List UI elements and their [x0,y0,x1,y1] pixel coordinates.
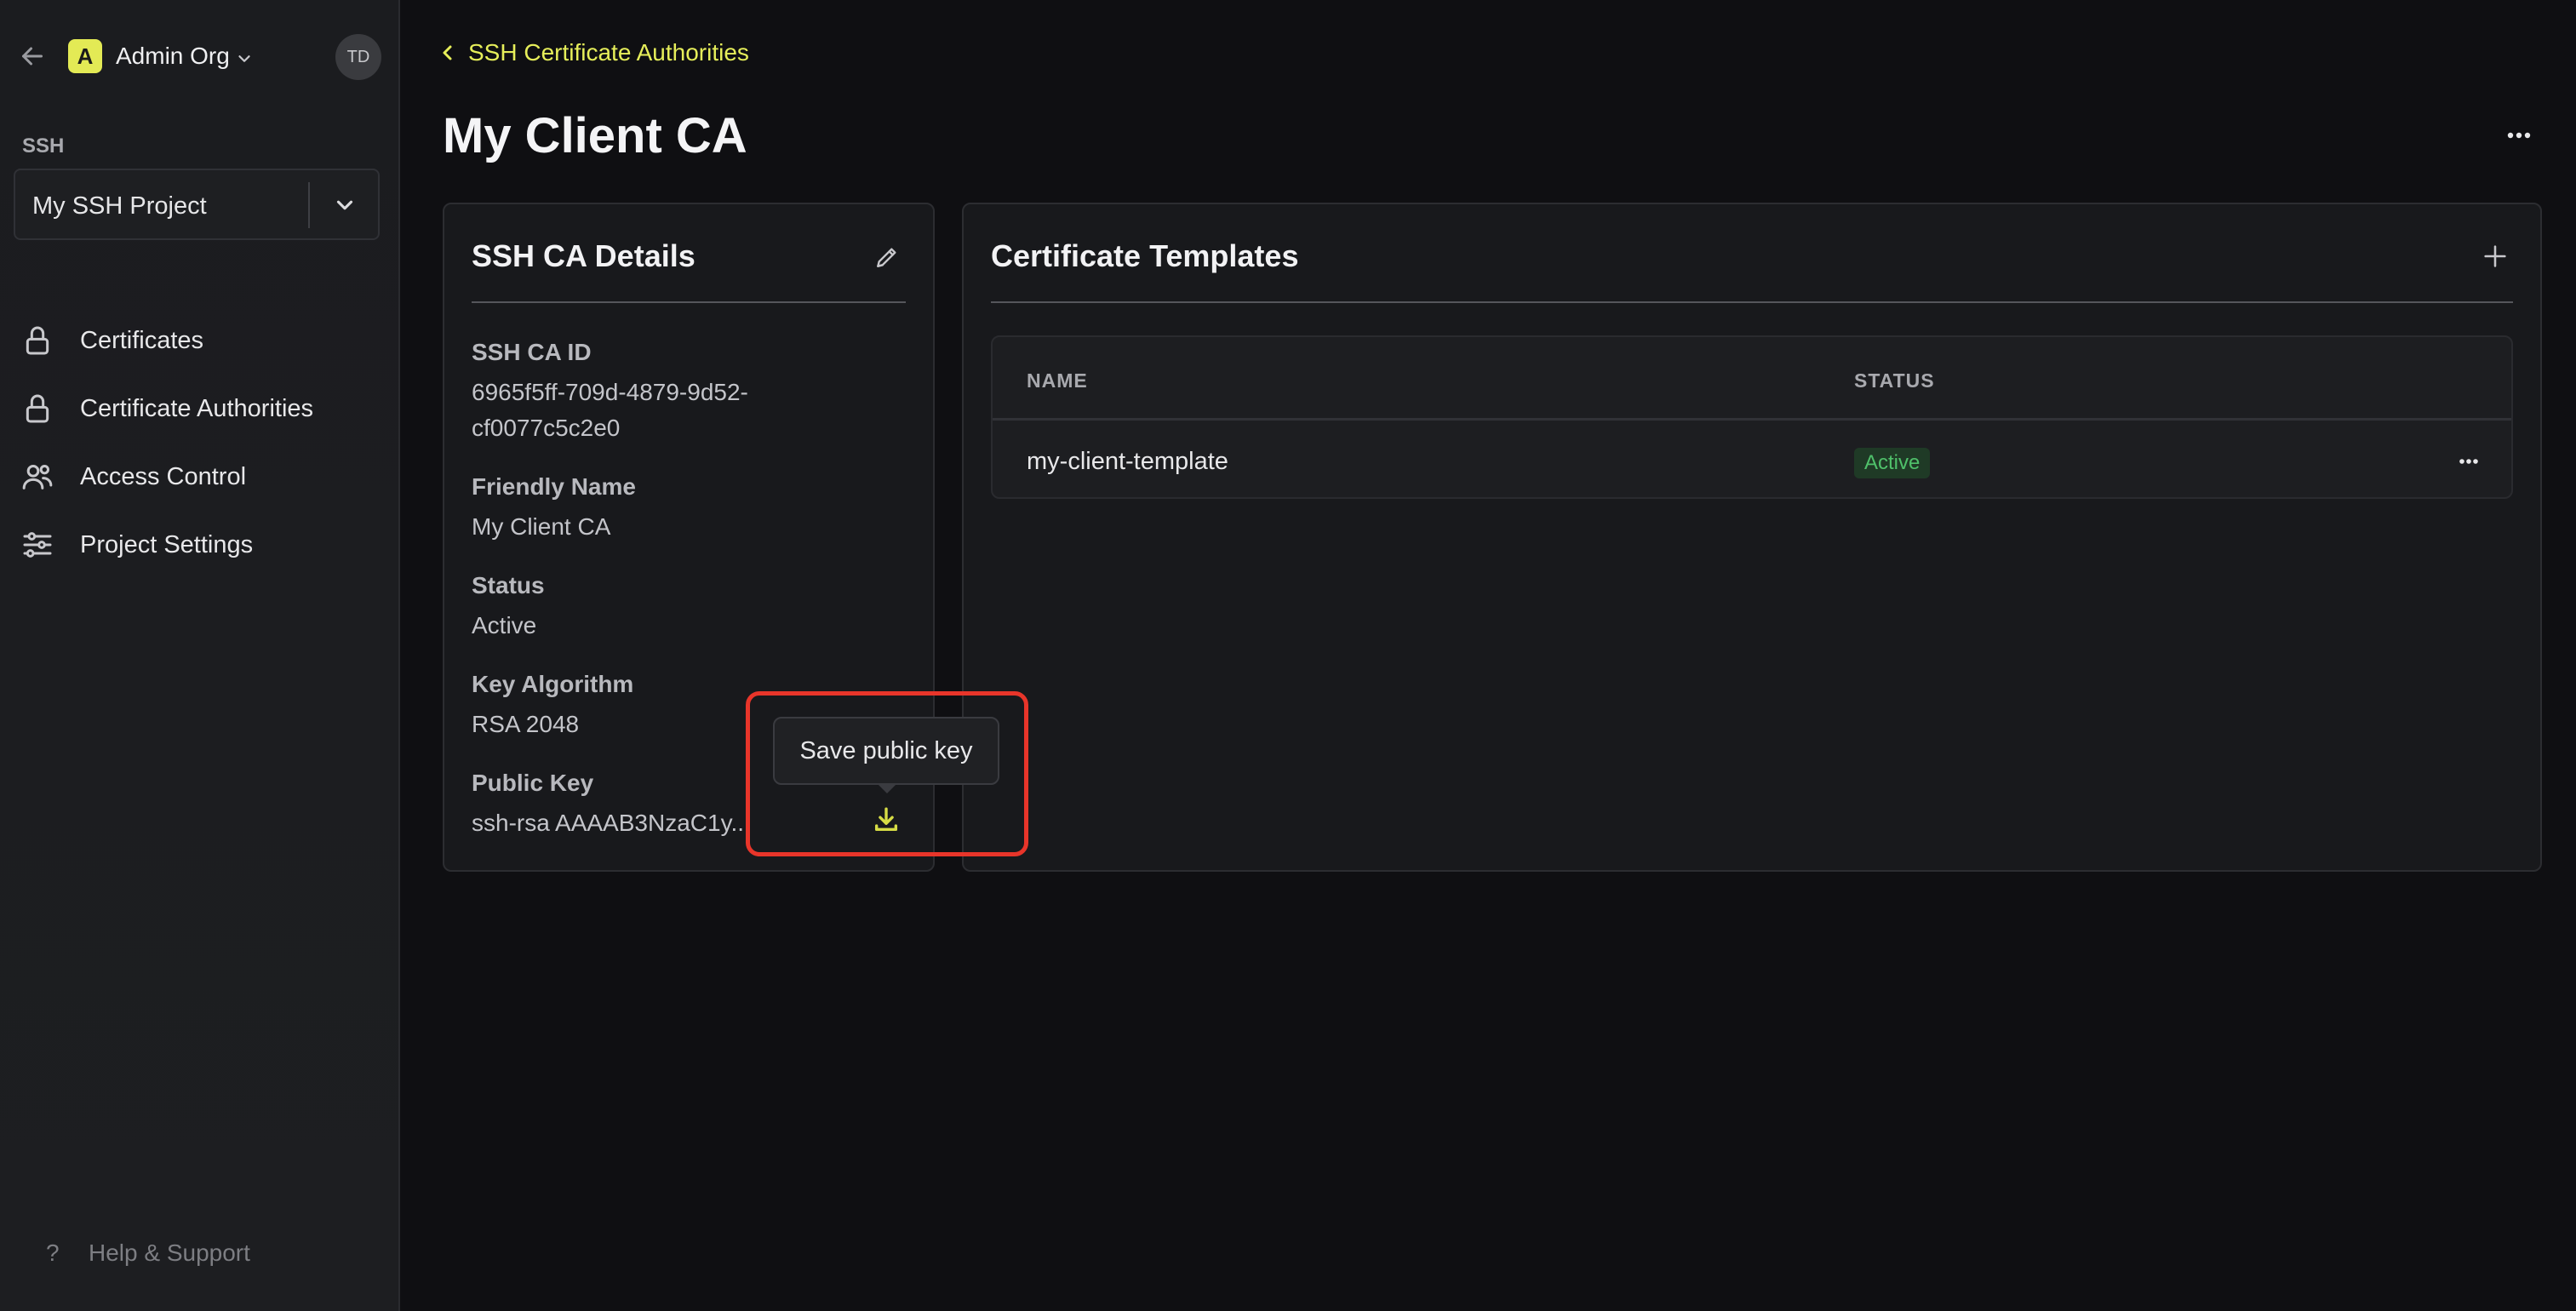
divider [472,301,906,303]
project-select[interactable]: My SSH Project [14,169,380,240]
field-ssh-ca-id: SSH CA ID 6965f5ff-709d-4879-9d52-cf0077… [472,339,914,446]
sidebar-item-project-settings[interactable]: Project Settings [20,511,378,579]
chevron-down-icon[interactable] [332,192,358,218]
sidebar-item-label: Certificate Authorities [80,394,314,422]
sliders-icon [20,528,54,562]
org-name[interactable]: Admin Org [116,43,230,70]
column-header-status: STATUS [1854,369,1935,392]
template-name: my-client-template [1027,448,1228,475]
certificate-templates-card: Certificate Templates NAME STATUS my-cli… [962,203,2542,872]
users-icon [20,460,54,494]
sidebar-item-access-control[interactable]: Access Control [20,443,378,511]
arrow-left-icon[interactable] [17,41,48,72]
more-options-icon[interactable] [2455,451,2482,472]
chevron-left-icon [438,43,458,63]
question-icon: ? [46,1239,60,1266]
help-support-label: Help & Support [89,1239,250,1266]
plus-icon[interactable] [2481,242,2510,271]
help-support-link[interactable]: ? Help & Support [46,1239,250,1267]
card-title: Certificate Templates [991,238,1299,273]
status-badge: Active [1854,448,1931,478]
field-label: Friendly Name [472,473,636,500]
sidebar-nav: Certificates Certificate Authorities Acc… [20,306,378,579]
templates-table: NAME STATUS my-client-template Active [991,335,2513,499]
section-label: SSH [22,135,65,157]
field-label: Status [472,572,545,598]
breadcrumb[interactable]: SSH Certificate Authorities [438,39,749,66]
field-value: Active [472,612,537,638]
chevron-down-icon[interactable] [235,49,254,68]
sidebar-item-label: Access Control [80,462,247,490]
field-value: 6965f5ff-709d-4879-9d52-cf0077c5c2e0 [472,379,748,441]
user-avatar[interactable]: TD [335,34,381,80]
table-row[interactable]: my-client-template Active [993,422,2511,497]
sidebar: A Admin Org TD SSH My SSH Project Certif… [0,0,400,1311]
divider [991,301,2513,303]
select-divider [308,182,310,228]
more-options-icon[interactable] [2501,123,2537,148]
sidebar-item-label: Certificates [80,326,204,354]
field-label: SSH CA ID [472,339,592,365]
sidebar-item-certificate-authorities[interactable]: Certificate Authorities [20,375,378,443]
card-title: SSH CA Details [472,238,696,273]
tooltip: Save public key [773,717,999,785]
field-status: Status Active [472,572,914,644]
table-header: NAME STATUS [993,337,2511,421]
tooltip-arrow [877,783,897,793]
org-logo: A [68,39,102,73]
lock-icon [20,392,54,426]
breadcrumb-label: SSH Certificate Authorities [468,39,749,66]
page-title: My Client CA [443,108,747,163]
org-switcher-row: A Admin Org TD [17,34,381,80]
project-select-value: My SSH Project [32,192,207,220]
lock-icon [20,323,54,358]
sidebar-item-label: Project Settings [80,530,254,558]
column-header-name: NAME [1027,369,1088,392]
sidebar-item-certificates[interactable]: Certificates [20,306,378,375]
field-friendly-name: Friendly Name My Client CA [472,473,914,545]
pencil-icon[interactable] [873,243,901,271]
field-value: My Client CA [472,513,611,540]
